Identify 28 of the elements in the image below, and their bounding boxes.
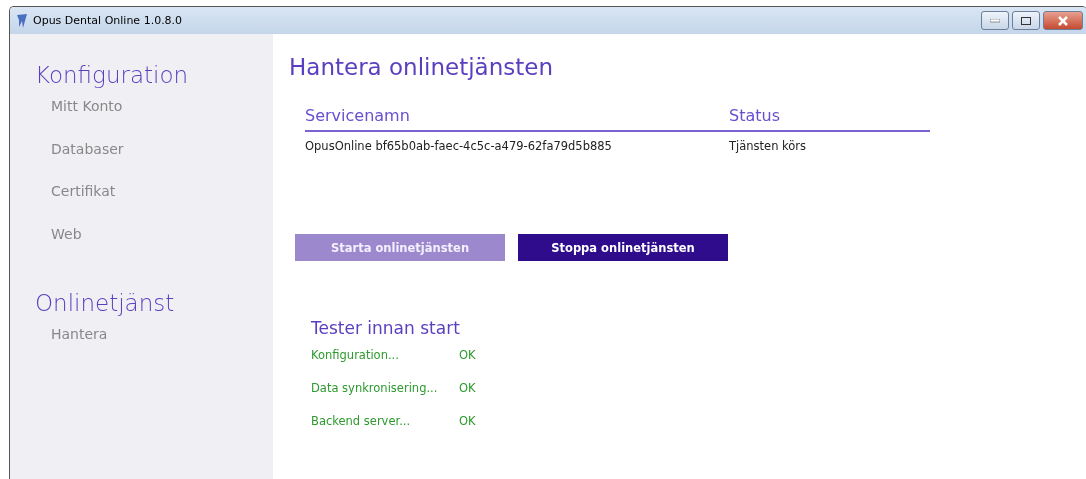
section-heading: Konfiguration — [35, 62, 190, 88]
tooth-icon — [16, 12, 28, 29]
test-result: OK — [459, 414, 476, 430]
table-cell-text: OpusOnline bf65b0ab-faec-4c5c-a479-62fa79d5b885 — [305, 139, 613, 153]
sidebar-item[interactable]: Databaser — [51, 140, 273, 183]
maximize-icon — [1021, 16, 1031, 25]
section-heading: Tester innan start — [311, 318, 461, 338]
close-icon — [1057, 15, 1069, 26]
test-label: Data synkronisering... — [311, 381, 439, 397]
maximize-button[interactable] — [1012, 11, 1040, 30]
table-cell: Tjänsten körs — [729, 139, 807, 153]
test-result: OK — [459, 348, 476, 364]
column-header: Servicenamn — [305, 106, 411, 125]
test-label: Backend server... — [311, 414, 412, 430]
section-heading: Onlinetjänst — [35, 290, 176, 316]
minimize-button[interactable] — [981, 11, 1009, 30]
sidebar-item[interactable]: Mitt Konto — [51, 98, 273, 141]
test-result: OK — [459, 381, 476, 397]
minimize-icon — [990, 18, 1000, 23]
page-title: Hantera onlinetjänsten — [289, 54, 554, 80]
test-label: Konfiguration... — [311, 348, 400, 364]
service-button[interactable]: Stoppa onlinetjänsten — [518, 234, 728, 261]
close-button[interactable] — [1043, 11, 1083, 30]
sidebar-item[interactable]: Web — [51, 225, 273, 268]
sidebar-item[interactable]: Hantera — [51, 326, 273, 369]
sidebar-item[interactable]: Certifikat — [51, 183, 273, 226]
window-title: Opus Dental Online 1.0.8.0 — [33, 14, 184, 27]
column-header: Status — [729, 106, 780, 125]
